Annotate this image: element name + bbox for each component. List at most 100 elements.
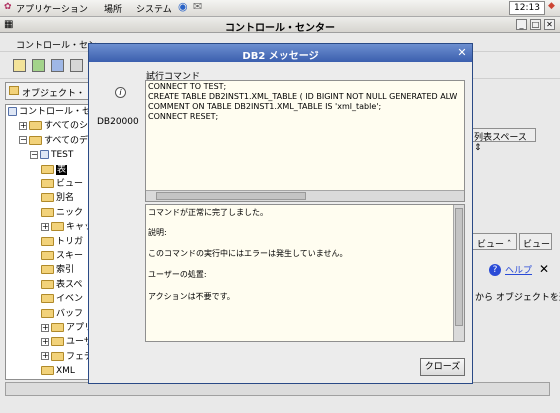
collapse-icon[interactable]: − xyxy=(19,136,27,145)
command-horizontal-scrollbar[interactable] xyxy=(146,190,464,201)
expand-icon[interactable]: + xyxy=(41,323,49,332)
tree-item[interactable]: + フェデ xyxy=(41,351,88,364)
folder-icon xyxy=(41,294,54,304)
object-view-tab[interactable]: オブジェクト・ xyxy=(5,82,91,100)
info-icon: i xyxy=(115,87,126,98)
clock[interactable]: 12:13 xyxy=(509,1,545,15)
command-textarea[interactable]: CONNECT TO TEST; CREATE TABLE DB2INST1.X… xyxy=(145,80,465,202)
expand-icon[interactable]: + xyxy=(41,337,49,346)
toolbar-icon-2[interactable] xyxy=(32,59,45,72)
folder-icon xyxy=(51,337,64,347)
folder-icon xyxy=(51,323,64,332)
db2-message-dialog: DB2 メッセージ ✕ i DB20000 試行コマンド CONNECT TO … xyxy=(88,43,473,384)
tree-item[interactable]: + すべてのシス xyxy=(19,120,89,133)
message-line: アクションは不要です。 xyxy=(148,292,235,301)
foot-icon[interactable]: ✿ xyxy=(4,2,12,12)
places-menu[interactable]: 場所 xyxy=(104,2,122,15)
help-icon[interactable]: ? xyxy=(489,264,501,276)
close-window-button[interactable]: ✕ xyxy=(544,19,555,30)
folder-icon xyxy=(41,207,54,217)
window-titlebar[interactable]: ▦ コントロール・センター _ □ ✕ xyxy=(0,17,560,34)
tree-item-label: トリガ xyxy=(56,236,84,247)
expand-icon[interactable]: + xyxy=(41,352,49,361)
tree-item[interactable]: コントロール・セ xyxy=(8,106,89,119)
tree-item[interactable]: ビュー xyxy=(41,178,83,191)
tree-item[interactable]: 表スペ xyxy=(41,279,82,292)
folder-icon xyxy=(29,121,42,131)
dialog-close-button[interactable]: クローズ xyxy=(420,358,465,376)
folder-icon xyxy=(29,135,42,145)
scroll-thumb[interactable] xyxy=(156,192,306,200)
tree-item-label: フェデ xyxy=(66,351,88,362)
menu-control-center[interactable]: コントロール・セン xyxy=(16,38,97,51)
tree-item-label: スキー xyxy=(56,251,84,261)
tree-item-label: バッフ xyxy=(56,308,84,319)
expand-icon[interactable]: + xyxy=(41,222,49,231)
tree-item-label: 表スペ xyxy=(56,279,83,290)
tree-item[interactable]: − TEST xyxy=(30,149,73,162)
help-link[interactable]: ヘルプ xyxy=(505,263,532,276)
tree-item[interactable]: ニック xyxy=(41,207,83,220)
message-line: 説明: xyxy=(148,228,167,237)
minimize-button[interactable]: _ xyxy=(516,19,527,30)
database-icon xyxy=(40,150,49,160)
command-line: CONNECT TO TEST; xyxy=(148,82,227,91)
toolbar-icon-3[interactable] xyxy=(51,59,64,72)
tree-item[interactable]: 表 xyxy=(41,164,68,177)
tree-item-label: すべてのシス xyxy=(44,121,89,132)
maximize-button[interactable]: □ xyxy=(530,19,541,30)
tree-item[interactable]: − すべてのデー xyxy=(19,135,88,148)
tree-item-label: キャッ xyxy=(66,222,88,233)
folder-icon xyxy=(51,222,64,232)
tree-item[interactable]: + アプリ xyxy=(41,322,88,335)
top-panel: ✿ アプリケーション 場所 システム ◉ ✉ 12:13 ◆ xyxy=(0,0,560,17)
command-line: COMMENT ON TABLE DB2INST1.XML_TABLE IS '… xyxy=(148,102,382,111)
tree-item[interactable]: 別名 xyxy=(41,192,74,205)
tree-item-label: コントロール・セ xyxy=(19,107,89,117)
command-line: CREATE TABLE DB2INST1.XML_TABLE ( ID BIG… xyxy=(148,92,458,101)
object-tree[interactable]: コントロール・セ + すべてのシス −すべてのデー−TEST 表ビュー別名ニック + キャッ… xyxy=(5,104,89,380)
tree-item[interactable]: イベン xyxy=(41,293,83,306)
message-line: ユーザーの処置: xyxy=(148,270,207,279)
horizontal-scrollbar[interactable] xyxy=(5,382,550,396)
tree-item-label: ニック xyxy=(56,207,84,218)
view-button-2[interactable]: ビュー xyxy=(519,233,552,250)
tree-item[interactable]: トリガ xyxy=(41,236,83,249)
message-textarea[interactable]: コマンドが正常に完了しました。 説明: このコマンドの実行中にはエラーは発生して… xyxy=(145,204,465,342)
update-icon[interactable]: ◆ xyxy=(548,1,555,11)
mail-icon[interactable]: ✉ xyxy=(193,0,202,13)
tree-item[interactable]: 索引 xyxy=(41,264,74,277)
folder-icon xyxy=(41,279,54,289)
scroll-thumb[interactable] xyxy=(455,208,463,326)
dialog-close-icon[interactable]: ✕ xyxy=(456,47,468,59)
tree-item-label: アプリ xyxy=(66,323,88,333)
folder-icon xyxy=(41,251,54,260)
browser-icon[interactable]: ◉ xyxy=(178,0,188,13)
toolbar-icon-4[interactable] xyxy=(70,59,83,72)
message-line: このコマンドの実行中にはエラーは発生していません。 xyxy=(148,249,348,258)
column-header-tablespace[interactable]: 列表スペース ⇕ xyxy=(470,128,536,153)
message-code: DB20000 xyxy=(97,117,139,127)
close-info-icon[interactable]: ✕ xyxy=(539,262,549,276)
folder-icon xyxy=(51,351,64,361)
applications-menu[interactable]: アプリケーション xyxy=(16,2,88,15)
view-button-1[interactable]: ビュー ˆ xyxy=(472,233,517,250)
expand-icon[interactable]: + xyxy=(19,121,27,130)
toolbar-icon-1[interactable] xyxy=(13,59,26,72)
tree-item[interactable]: + キャッ xyxy=(41,221,88,234)
tree-item-label: 別名 xyxy=(56,193,75,204)
tree-item[interactable]: バッフ xyxy=(41,308,83,321)
tree-item[interactable]: + ユーザ xyxy=(41,336,88,349)
dialog-titlebar[interactable]: DB2 メッセージ ✕ xyxy=(89,44,472,62)
object-view-tab-label: オブジェクト・ xyxy=(22,89,86,99)
collapse-icon[interactable]: − xyxy=(30,150,38,159)
system-menu[interactable]: システム xyxy=(136,2,172,15)
window-title: コントロール・センター xyxy=(225,23,335,34)
tree-item-label: 索引 xyxy=(56,265,75,276)
tree-item[interactable]: スキー xyxy=(41,250,83,263)
folder-icon xyxy=(41,236,54,246)
message-vertical-scrollbar[interactable] xyxy=(453,205,464,341)
folder-icon xyxy=(41,265,54,275)
tree-item[interactable]: XML xyxy=(41,365,75,378)
folder-icon xyxy=(41,164,54,174)
